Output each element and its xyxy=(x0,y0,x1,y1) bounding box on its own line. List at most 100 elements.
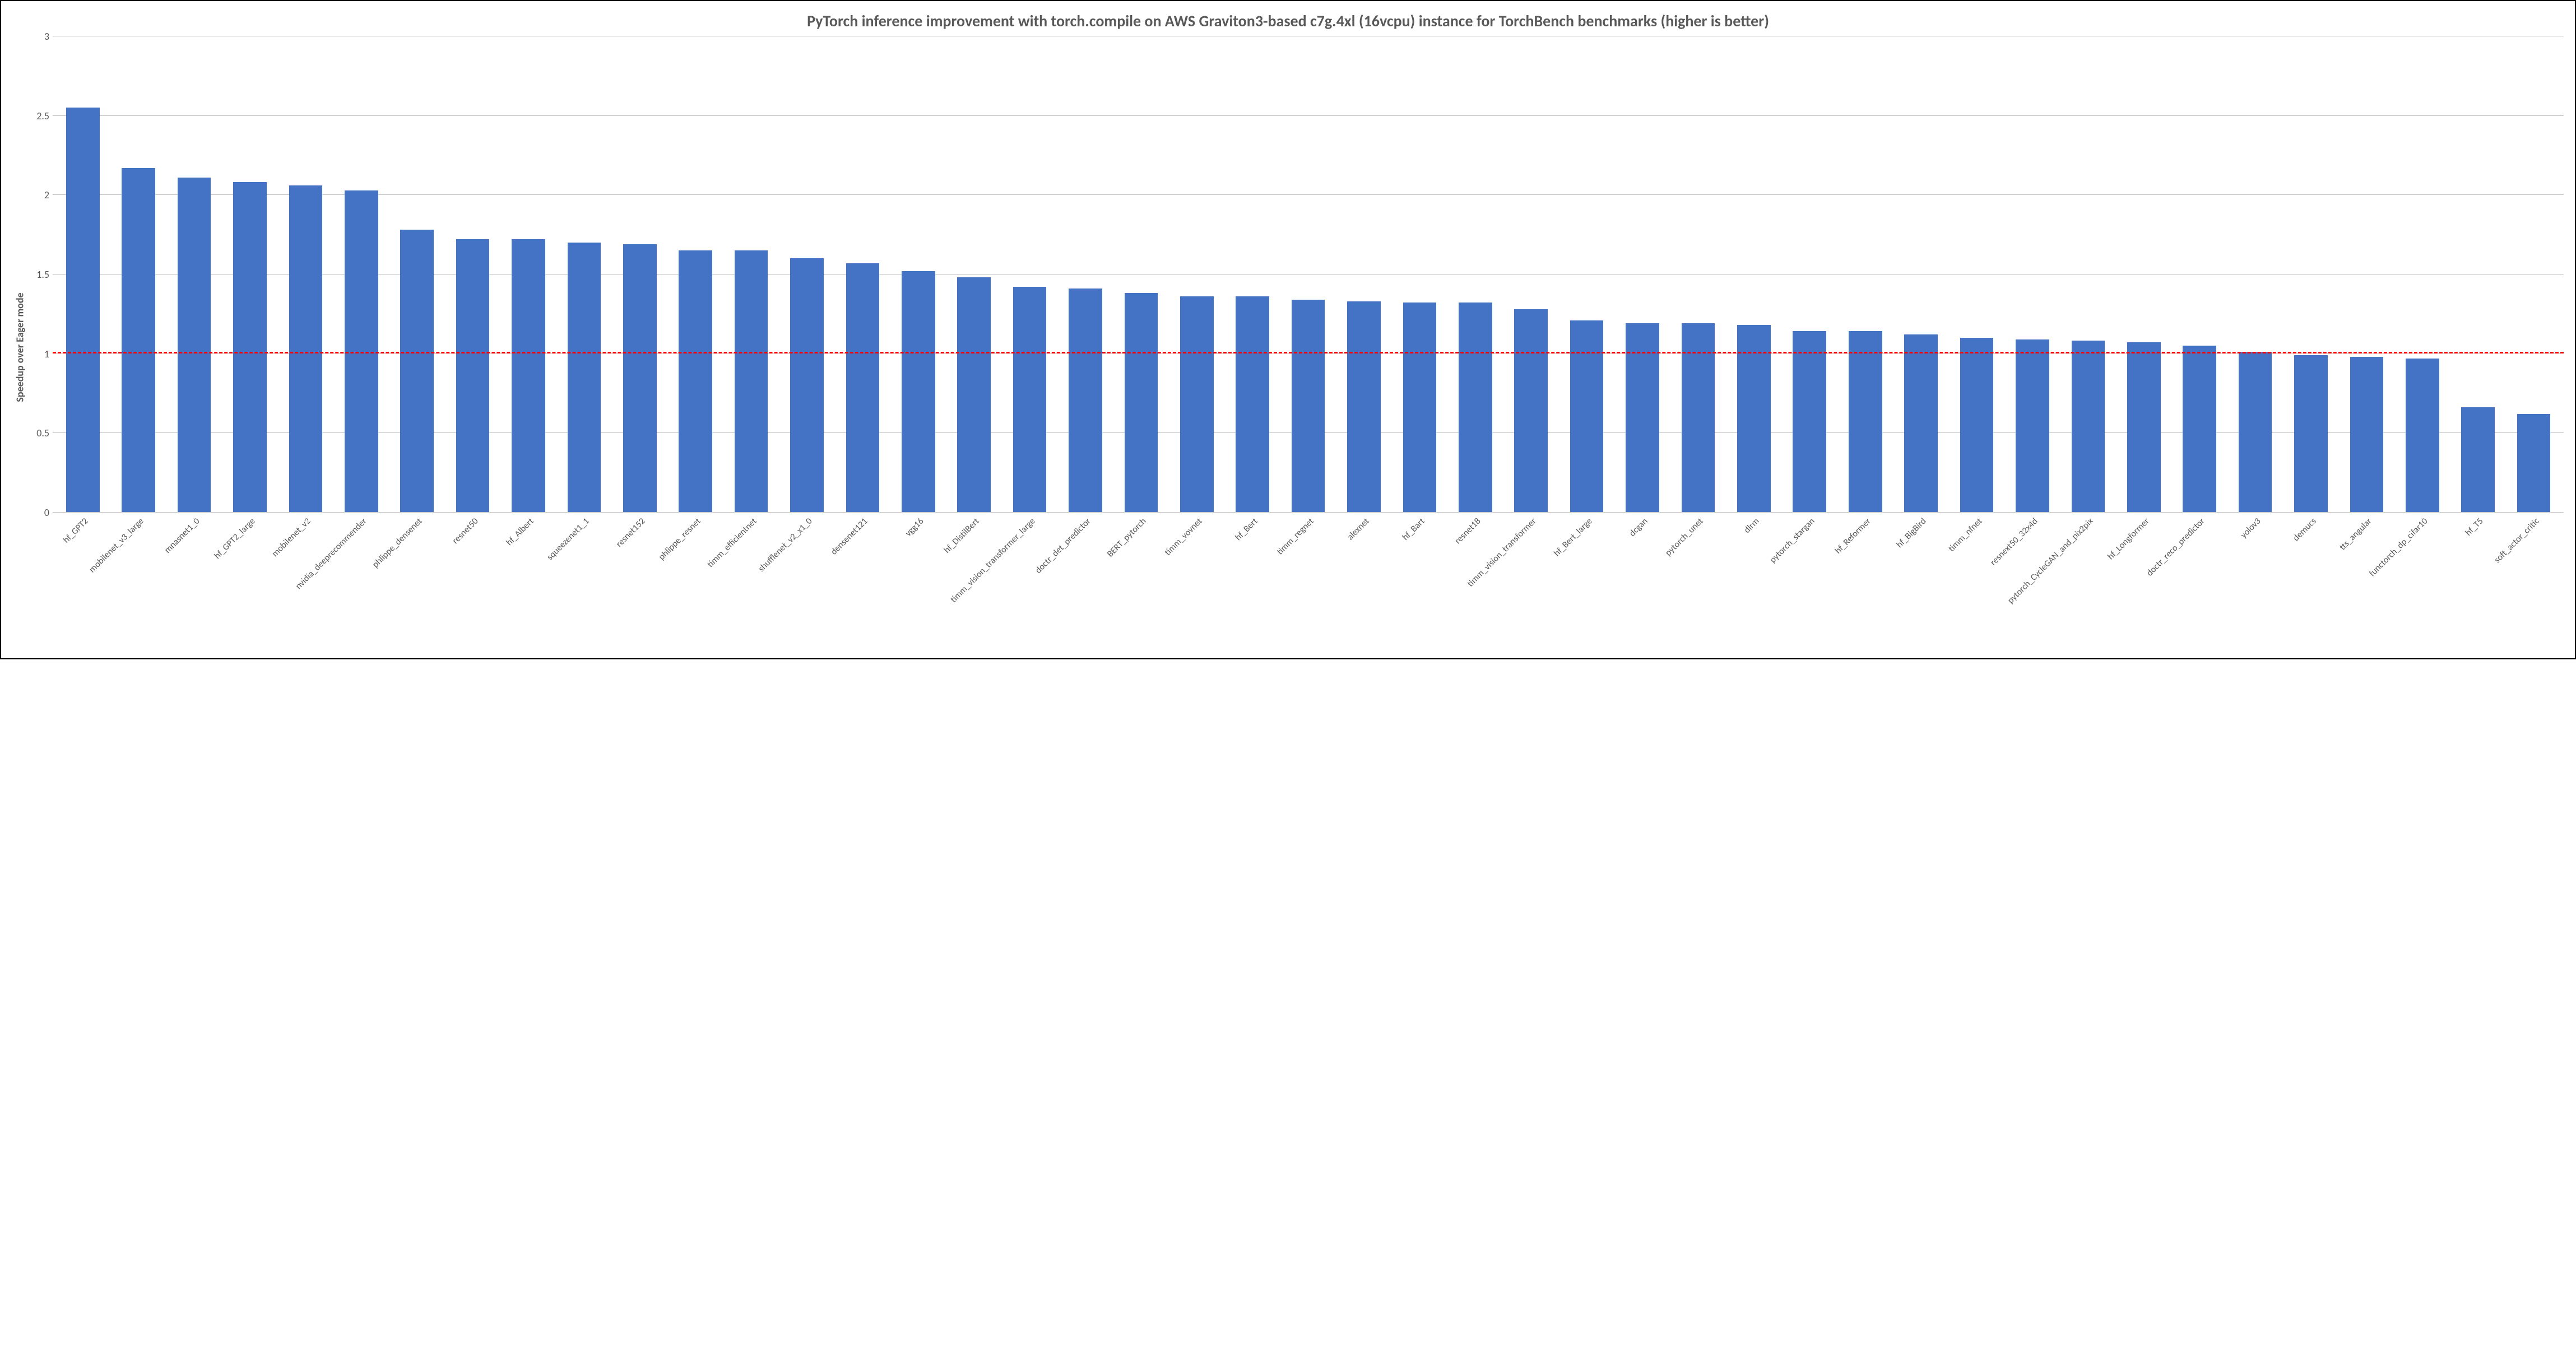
bar xyxy=(735,250,768,512)
x-tick-label: timm_vovnet xyxy=(1162,516,1204,558)
bar-cell xyxy=(1336,36,1391,512)
x-tick-cell: mnasnet1_0 xyxy=(166,513,222,658)
x-tick-label: timm_regnet xyxy=(1275,516,1316,557)
bar-cell xyxy=(1002,36,1057,512)
bar-cell xyxy=(946,36,1002,512)
x-tick-cell: pytorch_unet xyxy=(1670,513,1726,658)
bar xyxy=(790,258,824,512)
x-tick-cell: doctr_det_predictor xyxy=(1057,513,1113,658)
bar-cell xyxy=(1447,36,1503,512)
bar-cell xyxy=(500,36,556,512)
x-tick-cell: hf_BigBird xyxy=(1893,513,1948,658)
y-axis-label: Speedup over Eager mode xyxy=(14,292,26,402)
bar-cell xyxy=(1614,36,1670,512)
bar-cell xyxy=(2283,36,2338,512)
bar-cell xyxy=(389,36,444,512)
x-tick-cell: timm_regnet xyxy=(1280,513,1336,658)
y-tick-label: 2 xyxy=(44,189,49,201)
x-tick-cell: BERT_pytorch xyxy=(1113,513,1169,658)
x-tick-label: hf_T5 xyxy=(2463,516,2486,538)
y-tick-label: 1 xyxy=(44,348,49,360)
x-tick-label: dlrm xyxy=(1742,516,1761,536)
x-tick-cell: hf_GPT2_large xyxy=(222,513,277,658)
grid-area: 00.511.522.53 xyxy=(28,36,2564,513)
bar xyxy=(1459,303,1492,512)
bar xyxy=(233,182,267,512)
bar xyxy=(1013,287,1047,512)
bar xyxy=(1904,334,1938,512)
bar xyxy=(623,244,657,512)
x-tick-cell: alexnet xyxy=(1336,513,1391,658)
bar-cell xyxy=(556,36,612,512)
bar-cell xyxy=(1782,36,1837,512)
bar xyxy=(2350,357,2384,512)
bar xyxy=(679,250,712,512)
bar-cell xyxy=(1057,36,1113,512)
bar-cell xyxy=(2171,36,2227,512)
x-tick-cell: soft_actor_critic xyxy=(2506,513,2561,658)
x-tick-cell: hf_T5 xyxy=(2450,513,2505,658)
bar-cell xyxy=(1949,36,2004,512)
bar-cell xyxy=(2004,36,2060,512)
x-tick-label: hf_GPT2 xyxy=(61,516,91,546)
bar xyxy=(1960,338,1994,512)
x-tick-cell: dcgan xyxy=(1614,513,1670,658)
bar xyxy=(1292,300,1325,512)
bar xyxy=(1347,301,1381,512)
x-tick-cell: tts_angular xyxy=(2339,513,2394,658)
bar xyxy=(1125,293,1158,512)
x-axis: hf_GPT2 mobilenet_v3_largemnasnet1_0hf_GP… xyxy=(28,513,2564,658)
bar xyxy=(2127,342,2161,512)
bar-cell xyxy=(222,36,277,512)
bar xyxy=(2517,414,2551,512)
x-tick-cell: timm_vovnet xyxy=(1169,513,1224,658)
bar-cell xyxy=(1113,36,1169,512)
x-tick-cell: pytorch_stargan xyxy=(1782,513,1837,658)
x-tick-label: hf_DistilBert xyxy=(942,516,982,556)
x-tick-cell: hf_GPT2 xyxy=(55,513,110,658)
bar xyxy=(400,230,434,512)
x-tick-cell: dlrm xyxy=(1726,513,1781,658)
y-tick-label: 0.5 xyxy=(36,427,49,439)
bar xyxy=(289,185,323,512)
y-tick-label: 3 xyxy=(44,30,49,43)
x-tick-cell: hf_Bert xyxy=(1225,513,1280,658)
x-tick-cell: timm_vision_transformer_large xyxy=(1002,513,1057,658)
x-tick-label: timm_nfnet xyxy=(1946,516,1984,554)
x-tick-cell: phlippe_resnet xyxy=(667,513,723,658)
y-tick-label: 0 xyxy=(44,506,49,519)
bar-cell xyxy=(1169,36,1224,512)
bar xyxy=(122,168,155,512)
reference-line xyxy=(53,352,2564,353)
bars-layer xyxy=(53,36,2564,512)
bar-cell xyxy=(1726,36,1781,512)
bar xyxy=(1180,296,1214,512)
bar-cell xyxy=(2060,36,2116,512)
bar-cell xyxy=(333,36,389,512)
bar-cell xyxy=(2394,36,2450,512)
bar-cell xyxy=(1392,36,1447,512)
x-tick-cell: densenet121 xyxy=(835,513,890,658)
x-tick-cell: yolov3 xyxy=(2227,513,2283,658)
bar xyxy=(178,178,211,512)
bar xyxy=(1570,320,1604,512)
x-tick-cell: resnet152 xyxy=(612,513,667,658)
x-tick-label: densenet121 xyxy=(829,516,870,557)
bar xyxy=(345,190,378,512)
x-tick-label: resnet50 xyxy=(450,516,480,546)
bar xyxy=(568,243,601,512)
bar-cell xyxy=(2450,36,2505,512)
bar xyxy=(2461,407,2495,512)
plot-zone: 00.511.522.53 hf_GPT2mobilenet_v3_largem… xyxy=(28,36,2564,658)
bar xyxy=(1514,309,1548,512)
bar xyxy=(456,239,490,512)
bar-cell xyxy=(779,36,834,512)
chart-container: PyTorch inference improvement with torch… xyxy=(0,0,2576,659)
x-tick-cell: mobilenet_v3_large xyxy=(110,513,166,658)
x-tick-cell: squeezenet1_1 xyxy=(556,513,612,658)
x-tick-cell: timm_efficientnet xyxy=(723,513,779,658)
bar xyxy=(2239,352,2272,512)
bar-cell xyxy=(2506,36,2561,512)
bar xyxy=(1236,296,1269,512)
x-tick-cell: resnet50 xyxy=(445,513,500,658)
